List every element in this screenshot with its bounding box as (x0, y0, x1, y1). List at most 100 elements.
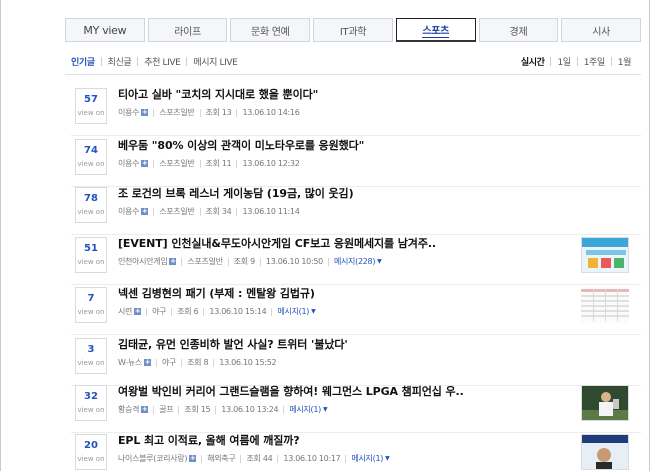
post-date: 13.06.10 11:14 (242, 207, 300, 216)
divider (236, 159, 238, 168)
category-link[interactable]: 스포츠일반 (159, 206, 195, 217)
author-link[interactable]: 이용수 (118, 107, 139, 118)
hits-label: 조회 (246, 454, 261, 463)
message-count-link[interactable]: 메시지(228) (334, 256, 376, 267)
period-1day[interactable]: 1일 (557, 55, 571, 68)
plus-icon[interactable]: + (144, 359, 151, 366)
view-count-box[interactable]: 32 view on (75, 385, 107, 421)
hits-count: 9 (250, 257, 255, 266)
view-count-box[interactable]: 78 view on (75, 187, 107, 223)
post-date: 13.06.10 15:14 (209, 307, 267, 316)
tab-sports[interactable]: 스포츠 (395, 18, 476, 42)
tab-label: IT과학 (339, 26, 367, 38)
article-title-link[interactable]: 티아고 실바 "코치의 지시대로 했을 뿐이다" (118, 88, 318, 102)
view-count-box[interactable]: 20 view on (75, 434, 107, 470)
category-link[interactable]: 스포츠일반 (159, 107, 195, 118)
caret-down-icon[interactable]: ▼ (311, 308, 316, 315)
plus-icon[interactable]: + (141, 406, 149, 413)
article-title-link[interactable]: 조 로건의 브록 레스너 게이농담 (19금, 많이 웃김) (118, 187, 354, 201)
plus-icon[interactable]: + (189, 455, 197, 462)
article-title-link[interactable]: 베우둠 "80% 이상의 관객이 미노타우로를 응원했다" (118, 139, 364, 153)
article-thumbnail[interactable] (581, 385, 629, 421)
hits-label: 조회 (205, 159, 220, 168)
author-link[interactable]: W-뉴스 (118, 357, 142, 368)
caret-down-icon[interactable]: ▼ (377, 258, 382, 265)
author-link[interactable]: 시련 (118, 306, 132, 317)
view-count-box[interactable]: 3 view on (75, 338, 107, 374)
post-date: 13.06.10 10:50 (265, 257, 323, 266)
view-count: 32 (84, 391, 98, 402)
view-on-label: view on (77, 455, 105, 463)
author-link[interactable]: 황승격 (118, 404, 139, 415)
tab-it-science[interactable]: IT과학 (313, 18, 393, 42)
plus-icon[interactable]: + (141, 208, 149, 215)
category-link[interactable]: 야구 (152, 306, 166, 317)
period-realtime[interactable]: 실시간 (521, 55, 545, 68)
divider (327, 257, 329, 266)
divider (199, 159, 201, 168)
author-link[interactable]: 이용수 (118, 206, 139, 217)
hits-label: 조회 (184, 405, 199, 414)
view-count-box[interactable]: 74 view on (75, 139, 107, 175)
message-count-link[interactable]: 메시지(1) (289, 404, 321, 415)
view-count: 78 (84, 193, 98, 204)
divider (576, 57, 578, 66)
period-1month[interactable]: 1월 (618, 55, 632, 68)
tab-life[interactable]: 라이프 (147, 18, 228, 42)
divider (137, 57, 139, 66)
article-title-link[interactable]: EPL 최고 이적료, 올해 여름에 깨질까? (118, 434, 300, 448)
sort-popular[interactable]: 인기글 (71, 55, 95, 68)
tab-label: 스포츠 (422, 22, 449, 38)
view-count-box[interactable]: 7 view on (75, 287, 107, 323)
message-count-link[interactable]: 메시지(1) (351, 453, 383, 464)
view-count-box[interactable]: 51 view on (75, 237, 107, 273)
divider (65, 74, 641, 75)
category-link[interactable]: 야구 (162, 357, 176, 368)
tab-economy[interactable]: 경제 (478, 18, 559, 42)
plus-icon[interactable]: + (141, 109, 149, 116)
article-title-link[interactable]: 여왕벌 박인비 커리어 그랜드슬램을 향하여! 웨그먼스 LPGA 챔피언십 우… (118, 385, 464, 399)
list-item: 20 view on EPL 최고 이적료, 올해 여름에 깨질까? 나이스블루(… (71, 434, 641, 471)
message-label: 메시지 (277, 307, 299, 316)
hits-label: 조회 (233, 257, 248, 266)
divider (71, 284, 641, 285)
divider (153, 405, 155, 414)
view-count: 51 (84, 243, 98, 254)
article-title-link[interactable]: 넥센 김병현의 패기 (부제 : 멘탈왕 김법규) (118, 287, 315, 301)
article-meta: 이용수 + 스포츠일반 조회 13 13.06.10 14:16 (118, 107, 300, 118)
sort-recommend-live[interactable]: 추천 LIVE (144, 55, 181, 68)
category-link[interactable]: 해외축구 (207, 453, 236, 464)
plus-icon[interactable]: + (141, 160, 149, 167)
article-title-link[interactable]: 김태균, 유먼 인종비하 발언 사실? 트위터 '불났다' (118, 338, 348, 352)
tab-culture-entertainment[interactable]: 문화 연예 (230, 18, 311, 42)
plus-icon[interactable]: + (169, 258, 177, 265)
tab-my-view[interactable]: MY view (65, 18, 145, 42)
author-link[interactable]: 인천아시안게임 (118, 256, 168, 267)
author-link[interactable]: 이용수 (118, 158, 139, 169)
period-1week[interactable]: 1주일 (584, 55, 605, 68)
message-count-link[interactable]: 메시지(1) (277, 306, 309, 317)
caret-down-icon[interactable]: ▼ (385, 455, 390, 462)
author-link[interactable]: 나이스블루(코리사랑) (118, 453, 187, 464)
post-date: 13.06.10 14:16 (242, 108, 300, 117)
player-photo-image (582, 435, 628, 469)
plus-icon[interactable]: + (134, 308, 142, 315)
tab-current-affairs[interactable]: 시사 (561, 18, 642, 42)
article-thumbnail[interactable] (581, 434, 629, 470)
caret-down-icon[interactable]: ▼ (323, 406, 328, 413)
sort-latest[interactable]: 최신글 (108, 55, 132, 68)
category-link[interactable]: 스포츠일반 (159, 158, 195, 169)
article-thumbnail[interactable] (581, 237, 629, 273)
category-link[interactable]: 스포츠일반 (187, 256, 223, 267)
category-link[interactable]: 골프 (159, 404, 173, 415)
sort-message-live[interactable]: 메시지 LIVE (193, 55, 237, 68)
article-title-link[interactable]: [EVENT] 인천실내&무도아시안게임 CF보고 응원메세지를 남겨주.. (118, 237, 436, 251)
article-meta: 시련 + 야구 조회 6 13.06.10 15:14 메시지(1) ▼ (118, 306, 316, 317)
view-count-box[interactable]: 57 view on (75, 88, 107, 124)
article-thumbnail[interactable] (581, 287, 629, 323)
hits-label: 조회 (205, 207, 220, 216)
divider (610, 57, 612, 66)
view-on-label: view on (77, 359, 105, 367)
divider (181, 358, 183, 367)
divider (201, 454, 203, 463)
